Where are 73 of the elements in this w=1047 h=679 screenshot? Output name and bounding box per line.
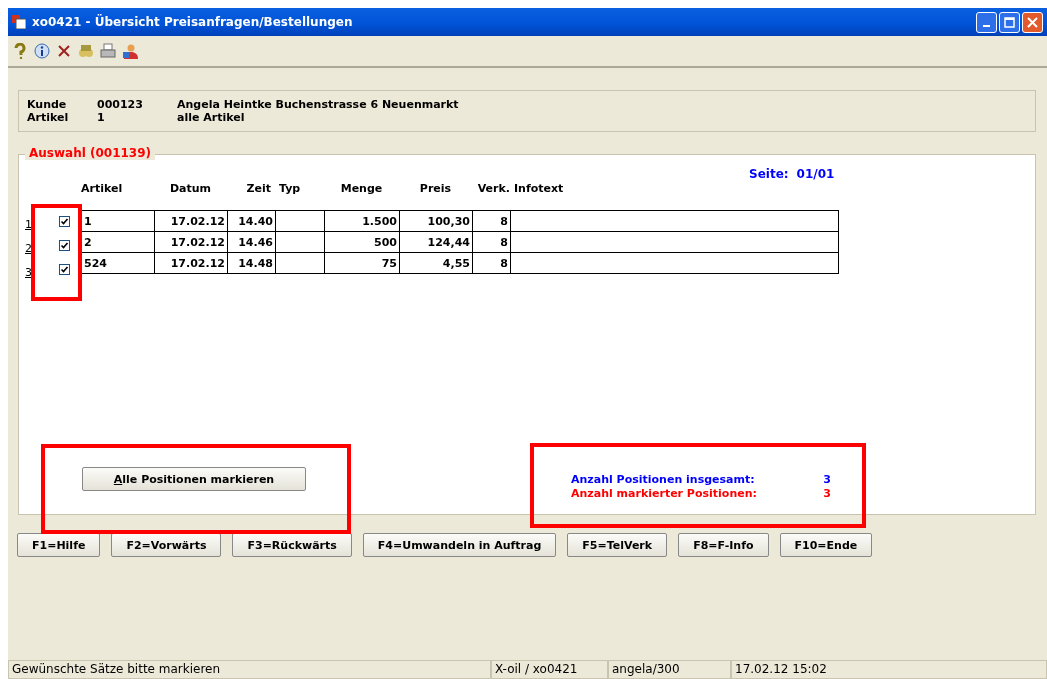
close-button[interactable]	[1022, 11, 1043, 33]
printer-icon[interactable]	[100, 43, 116, 59]
field-value: 000123	[97, 98, 144, 111]
page-number: 01/01	[796, 167, 835, 181]
close-icon[interactable]	[56, 43, 72, 59]
status-field: 17.02.12 15:02	[731, 660, 1047, 679]
row-number-link[interactable]: 2	[25, 242, 32, 255]
column-header: Zeit	[246, 182, 271, 195]
field-label: Artikel	[27, 111, 70, 124]
table-cell: 1	[81, 210, 155, 232]
row-checkbox[interactable]	[59, 240, 70, 251]
column-header: Artikel	[81, 182, 123, 195]
table-cell: 524	[81, 252, 155, 274]
maximize-icon	[1004, 16, 1015, 28]
table-cell: 100,30	[399, 210, 473, 232]
minimize-icon	[983, 25, 990, 27]
group-title: Auswahl (001139)	[25, 146, 156, 160]
window-title: xo0421 - Übersicht Preisanfragen/Bestellungen	[32, 15, 353, 29]
function-key-button[interactable]: F4=Umwandeln in Auftrag	[362, 533, 557, 557]
row-checkbox[interactable]	[59, 264, 70, 275]
person-icon[interactable]	[122, 43, 138, 59]
column-header: Menge	[340, 182, 383, 195]
field-description: alle Artikel	[177, 111, 246, 124]
table-cell: 17.02.12	[154, 210, 228, 232]
table-cell: 14.46	[227, 231, 276, 253]
minimize-button[interactable]	[976, 11, 997, 33]
function-key-button[interactable]: F3=Rückwärts	[232, 533, 352, 557]
app-icon	[12, 15, 26, 29]
help-icon[interactable]	[12, 43, 28, 59]
table-cell: 75	[324, 252, 400, 274]
row-number-link[interactable]: 1	[25, 218, 32, 231]
table-cell	[275, 231, 325, 253]
table-cell: 14.40	[227, 210, 276, 232]
close-icon	[1027, 16, 1038, 28]
table-cell: 124,44	[399, 231, 473, 253]
table-cell: 4,55	[399, 252, 473, 274]
table-cell	[275, 210, 325, 232]
status-field: X-oil / xo0421	[491, 660, 608, 679]
table-cell: 500	[324, 231, 400, 253]
function-key-button[interactable]: F5=TelVerk	[567, 533, 668, 557]
row-checkbox[interactable]	[59, 216, 70, 227]
field-value: 1	[97, 111, 106, 124]
count-label: Anzahl Positionen insgesamt:	[571, 473, 756, 487]
mark-all-button[interactable]: Alle Positionen markieren	[82, 467, 306, 491]
info-icon[interactable]	[34, 43, 50, 59]
table-cell: 8	[472, 252, 511, 274]
field-label: Kunde	[27, 98, 68, 111]
maximize-button[interactable]	[999, 11, 1020, 33]
status-field: Gewünschte Sätze bitte markieren	[8, 660, 491, 679]
column-header: Preis	[419, 182, 452, 195]
count-label: Anzahl markierter Positionen:	[571, 487, 758, 501]
column-header: Datum	[169, 182, 212, 195]
row-number-link[interactable]: 3	[25, 266, 32, 279]
table-cell: 8	[472, 210, 511, 232]
table-cell: 8	[472, 231, 511, 253]
status-field: angela/300	[608, 660, 731, 679]
table-cell: 1.500	[324, 210, 400, 232]
field-description: Angela Heintke Buchenstrasse 6 Neuenmarkt	[177, 98, 460, 111]
function-key-button[interactable]: F10=Ende	[779, 533, 873, 557]
column-header: Infotext	[514, 182, 564, 195]
page-label: Seite:	[749, 167, 789, 181]
table-cell: 14.48	[227, 252, 276, 274]
column-header: Verk.	[477, 182, 510, 195]
table-cell: 2	[81, 231, 155, 253]
count-value: 3	[822, 487, 831, 501]
count-value: 3	[822, 473, 831, 487]
function-key-button[interactable]: F2=Vorwärts	[111, 533, 222, 557]
column-header: Typ	[279, 182, 301, 195]
function-key-button[interactable]: F8=F-Info	[678, 533, 769, 557]
table-cell	[275, 252, 325, 274]
table-cell: 17.02.12	[154, 231, 228, 253]
table-cell: 17.02.12	[154, 252, 228, 274]
function-key-button[interactable]: F1=Hilfe	[17, 533, 101, 557]
